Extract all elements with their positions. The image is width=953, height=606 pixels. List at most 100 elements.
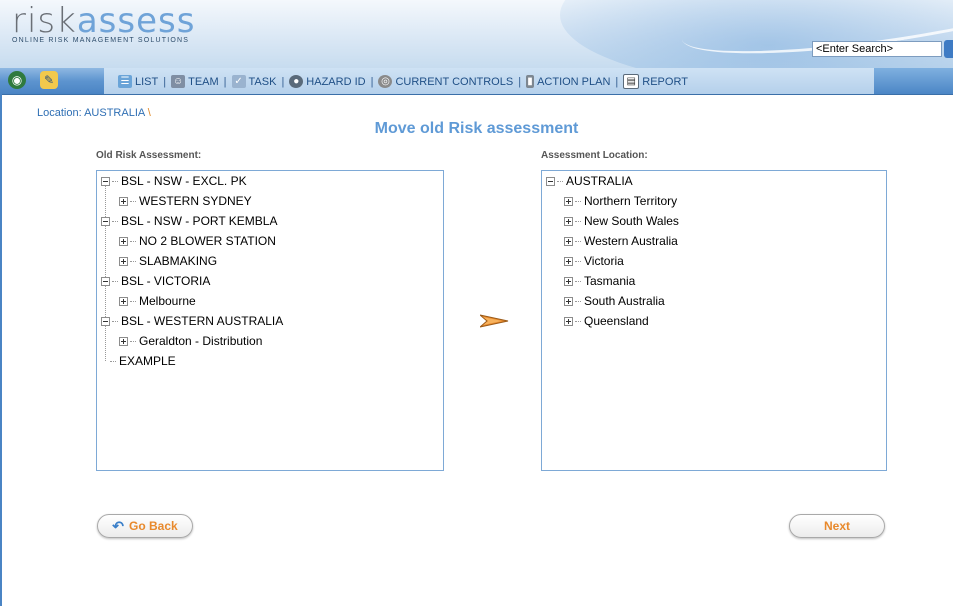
nav-item-label: TEAM [188,75,219,88]
old-assessment-tree-node-label[interactable]: EXAMPLE [119,354,176,368]
go-back-label: Go Back [129,519,178,533]
location-tree-node[interactable]: Tasmania [564,271,635,291]
globe-icon[interactable]: ◉ [8,71,26,89]
search-button[interactable] [944,40,953,58]
header: riskassess ONLINE RISK MANAGEMENT SOLUTI… [0,0,953,68]
nav-item-label: ACTION PLAN [537,75,611,88]
nav-item-list[interactable]: ☰ LIST [118,75,158,88]
location-tree-node[interactable]: Northern Territory [564,191,677,211]
go-back-button[interactable]: ↶ Go Back [97,514,193,538]
nav-item-team[interactable]: ☺ TEAM [171,75,219,88]
old-assessment-tree-node-label[interactable]: Geraldton - Distribution [139,334,262,348]
expand-icon[interactable] [119,256,128,266]
collapse-icon[interactable] [101,316,110,326]
collapse-icon[interactable] [101,276,110,286]
old-assessment-tree-node-label[interactable]: BSL - NSW - EXCL. PK [121,174,247,188]
edit-icon[interactable]: ✎ [40,71,58,89]
location-tree-node[interactable]: Victoria [564,251,624,271]
next-button[interactable]: Next [789,514,885,538]
logo-risk-text: risk [12,1,77,41]
tree-connector [130,240,136,242]
nav-item-label: LIST [135,75,159,88]
nav-separator: | [163,75,167,88]
expand-icon[interactable] [564,276,573,286]
expand-icon[interactable] [564,296,573,306]
old-assessment-tree-node[interactable]: BSL - VICTORIA [101,271,210,291]
nav-item-action-plan[interactable]: ▮ ACTION PLAN [526,75,610,88]
nav-bar: ◉ ✎ ☰ LIST | ☺ TEAM | ✓ TASK | ● HAZARD ID | ◎ CURREN… [0,68,953,95]
old-assessment-tree-node[interactable]: SLABMAKING [119,251,217,271]
old-assessment-tree-node[interactable]: BSL - WESTERN AUSTRALIA [101,311,283,331]
location-tree-node-label[interactable]: Victoria [584,254,624,268]
nav-item-report[interactable]: ▤ REPORT [623,74,688,89]
expand-icon[interactable] [564,216,573,226]
old-assessment-tree-node[interactable]: EXAMPLE [101,351,176,371]
tree-connector [130,340,136,342]
logo-assess-text: assess [76,1,196,41]
expand-icon[interactable] [564,196,573,206]
old-assessment-tree-node[interactable]: NO 2 BLOWER STATION [119,231,276,251]
next-label: Next [823,519,850,533]
location-tree-node[interactable]: AUSTRALIA [546,171,633,191]
expand-icon[interactable] [564,236,573,246]
tree-connector [575,260,581,262]
old-assessment-tree-node-label[interactable]: BSL - VICTORIA [121,274,210,288]
old-assessment-tree-node[interactable]: WESTERN SYDNEY [119,191,252,211]
search-input[interactable]: <Enter Search> [812,41,942,57]
location-tree-node-label[interactable]: Northern Territory [584,194,677,208]
location-tree-node[interactable]: Queensland [564,311,649,331]
nav-separator: | [370,75,374,88]
expand-icon[interactable] [119,336,128,346]
expand-icon[interactable] [119,296,128,306]
expand-icon[interactable] [564,316,573,326]
expand-icon[interactable] [119,196,128,206]
old-assessment-tree-node-label[interactable]: NO 2 BLOWER STATION [139,234,276,248]
nav-item-label: TASK [248,75,277,88]
hazard-icon: ● [289,75,304,88]
tree-connector [130,300,136,302]
location-tree-node-label[interactable]: AUSTRALIA [566,174,633,188]
location-tree-node[interactable]: Western Australia [564,231,678,251]
location-tree-node[interactable]: New South Wales [564,211,679,231]
move-arrow-icon[interactable] [480,314,510,328]
old-assessment-tree-node-label[interactable]: Melbourne [139,294,196,308]
tree-connector [575,200,581,202]
nav-item-current-controls[interactable]: ◎ CURRENT CONTROLS [378,75,513,88]
tree-connector [575,280,581,282]
location-tree-node-label[interactable]: Western Australia [584,234,678,248]
location-tree-node-label[interactable]: Tasmania [584,274,635,288]
tree-connector [130,260,136,262]
tree-connector [112,320,118,322]
logo[interactable]: riskassess ONLINE RISK MANAGEMENT SOLUTI… [12,4,195,44]
expand-icon[interactable] [564,256,573,266]
breadcrumb-location[interactable]: Location: AUSTRALIA [37,107,145,119]
old-assessment-tree-node-label[interactable]: BSL - NSW - PORT KEMBLA [121,214,277,228]
old-assessment-tree[interactable]: BSL - NSW - EXCL. PK WESTERN SYDNEY BSL - … [96,170,444,471]
collapse-icon[interactable] [101,176,110,186]
tree-connector [575,240,581,242]
old-assessment-tree-node-label[interactable]: SLABMAKING [139,254,217,268]
report-icon: ▤ [623,74,640,89]
location-tree-node-label[interactable]: New South Wales [584,214,679,228]
nav-item-task[interactable]: ✓ TASK [231,75,277,88]
assessment-location-tree[interactable]: AUSTRALIA Northern Territory New South Wal… [541,170,887,471]
expand-icon[interactable] [119,236,128,246]
collapse-icon[interactable] [546,176,555,186]
old-assessment-tree-node[interactable]: Melbourne [119,291,196,311]
collapse-icon[interactable] [101,216,110,226]
tree-connector [112,220,118,222]
nav-right-tab [874,68,953,94]
old-assessment-tree-node[interactable]: BSL - NSW - PORT KEMBLA [101,211,277,231]
tree-connector [110,360,116,362]
location-tree-node-label[interactable]: South Australia [584,294,665,308]
location-tree-node-label[interactable]: Queensland [584,314,649,328]
nav-item-hazard-id[interactable]: ● HAZARD ID [289,75,366,88]
nav-separator: | [281,75,285,88]
old-assessment-tree-node-label[interactable]: BSL - WESTERN AUSTRALIA [121,314,283,328]
old-assessment-tree-node[interactable]: BSL - NSW - EXCL. PK [101,171,247,191]
tree-connector [112,280,118,282]
old-assessment-tree-node-label[interactable]: WESTERN SYDNEY [139,194,252,208]
location-tree-node[interactable]: South Australia [564,291,665,311]
back-arrow-icon: ↶ [112,517,125,534]
old-assessment-tree-node[interactable]: Geraldton - Distribution [119,331,262,351]
